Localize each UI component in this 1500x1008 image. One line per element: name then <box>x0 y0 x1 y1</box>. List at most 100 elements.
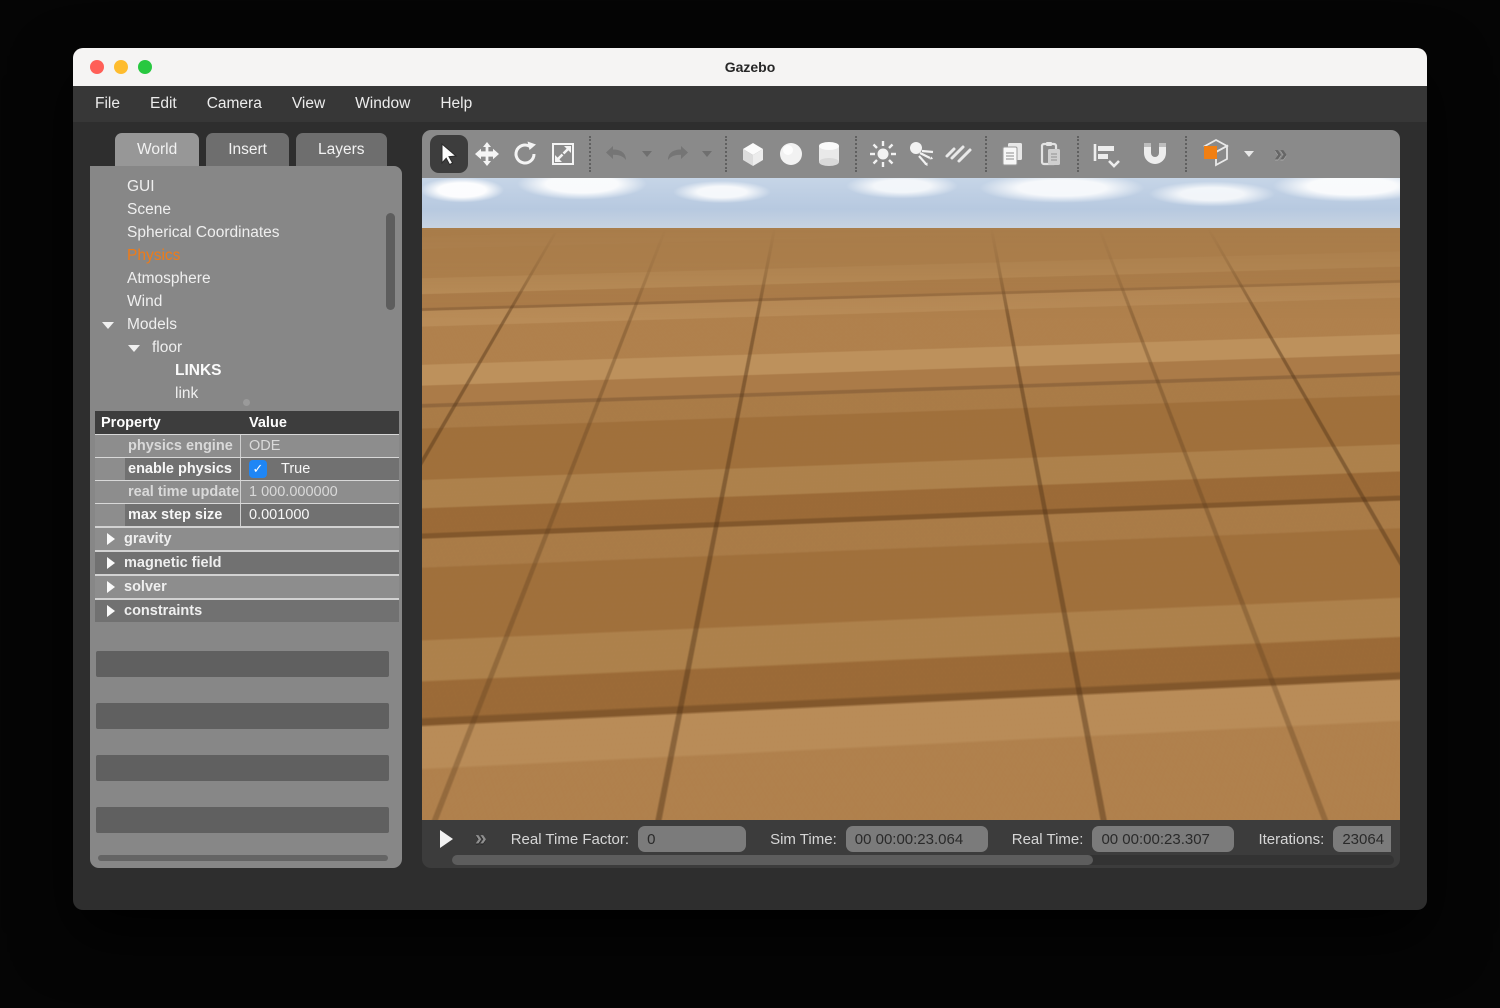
insert-sphere-button[interactable] <box>772 135 810 173</box>
undo-history-caret-icon[interactable] <box>642 151 652 157</box>
world-panel: GUI Scene Spherical Coordinates Physics … <box>90 166 402 868</box>
sim-time-label: Sim Time: <box>770 831 837 848</box>
table-row-real-time-update: real time update… 1 000.000000 <box>95 480 399 503</box>
screen-background: Gazebo File Edit Camera View Window Help… <box>0 0 1500 1008</box>
property-name: max step size <box>125 504 241 526</box>
tree-item-floor[interactable]: floor <box>90 336 402 359</box>
tab-insert[interactable]: Insert <box>206 133 289 166</box>
real-time-label: Real Time: <box>1012 831 1084 848</box>
view-angle-button[interactable] <box>1194 135 1238 173</box>
expander-right-icon[interactable] <box>107 605 115 617</box>
scale-tool-button[interactable] <box>544 135 582 173</box>
drone-body <box>880 449 930 487</box>
scale-icon <box>549 140 577 168</box>
group-label: gravity <box>124 531 172 547</box>
tab-world[interactable]: World <box>115 133 199 166</box>
translate-tool-button[interactable] <box>468 135 506 173</box>
floor-x-marker <box>814 683 984 773</box>
select-tool-button[interactable] <box>430 135 468 173</box>
expander-right-icon[interactable] <box>107 533 115 545</box>
menu-edit[interactable]: Edit <box>150 95 177 113</box>
spot-light-icon <box>906 139 936 169</box>
panel-horizontal-scrollbar[interactable] <box>98 855 388 861</box>
quadcopter-model[interactable] <box>810 423 1000 521</box>
redo-button[interactable] <box>658 135 696 173</box>
menu-window[interactable]: Window <box>355 95 410 113</box>
insert-cylinder-button[interactable] <box>810 135 848 173</box>
undo-button[interactable] <box>598 135 636 173</box>
property-value[interactable]: 1 000.000000 <box>241 481 399 503</box>
step-button[interactable]: » <box>475 829 487 849</box>
tree-item-models[interactable]: Models <box>90 313 402 336</box>
paste-button[interactable] <box>1032 135 1070 173</box>
tree-item-gui[interactable]: GUI <box>90 175 402 198</box>
property-value[interactable]: 0.001000 <box>241 504 399 526</box>
iterations-label: Iterations: <box>1258 831 1324 848</box>
tree-item-spherical-coordinates[interactable]: Spherical Coordinates <box>90 221 402 244</box>
expander-down-icon[interactable] <box>102 322 114 329</box>
property-name: physics engine <box>125 435 241 457</box>
checkbox-label: True <box>281 461 310 477</box>
expander-right-icon[interactable] <box>107 557 115 569</box>
property-value[interactable]: ODE <box>241 435 399 457</box>
simulation-statusbar: » Real Time Factor: 0 Sim Time: 00 00:00… <box>422 820 1400 868</box>
scrollbar-thumb[interactable] <box>452 855 1093 865</box>
translate-icon <box>473 140 501 168</box>
expander-down-icon[interactable] <box>128 345 140 352</box>
toolbar-separator <box>1185 136 1187 172</box>
tree-item-label: floor <box>152 339 182 356</box>
point-light-button[interactable] <box>864 135 902 173</box>
iterations-field[interactable]: 23064 <box>1333 826 1391 852</box>
row-gutter <box>95 435 125 457</box>
3d-scene[interactable] <box>422 178 1400 820</box>
directional-light-button[interactable] <box>940 135 978 173</box>
menu-help[interactable]: Help <box>440 95 472 113</box>
toolbar-separator <box>985 136 987 172</box>
enable-physics-checkbox[interactable]: ✓ <box>249 460 267 478</box>
insert-box-button[interactable] <box>734 135 772 173</box>
real-time-factor-label: Real Time Factor: <box>511 831 629 848</box>
drone-body-panel <box>888 470 922 481</box>
tree-item-wind[interactable]: Wind <box>90 290 402 313</box>
tree-item-physics[interactable]: Physics <box>90 244 402 267</box>
table-row-physics-engine: physics engine ODE <box>95 434 399 457</box>
viewport-horizontal-scrollbar[interactable] <box>452 855 1394 865</box>
group-row-gravity[interactable]: gravity <box>95 526 399 550</box>
snap-button[interactable] <box>1132 135 1178 173</box>
menu-view[interactable]: View <box>292 95 325 113</box>
tree-item-scene[interactable]: Scene <box>90 198 402 221</box>
tree-item-links[interactable]: LINKS <box>90 359 402 382</box>
tab-layers[interactable]: Layers <box>296 133 387 166</box>
redo-history-caret-icon[interactable] <box>702 151 712 157</box>
toolbar-overflow-button[interactable]: » <box>1274 140 1287 168</box>
rotate-tool-button[interactable] <box>506 135 544 173</box>
copy-icon <box>998 139 1028 169</box>
undo-icon <box>602 139 632 169</box>
group-row-constraints[interactable]: constraints <box>95 598 399 622</box>
empty-row <box>96 755 389 781</box>
property-name: real time update… <box>125 481 241 503</box>
rotate-icon <box>511 140 539 168</box>
group-label: solver <box>124 579 167 595</box>
tree-item-atmosphere[interactable]: Atmosphere <box>90 267 402 290</box>
sidebar-tabs: World Insert Layers <box>115 133 387 166</box>
directional-light-icon <box>944 139 974 169</box>
sim-time-field[interactable]: 00 00:00:23.064 <box>846 826 988 852</box>
magnet-icon <box>1138 139 1172 169</box>
menu-camera[interactable]: Camera <box>207 95 262 113</box>
toolbar-separator <box>1077 136 1079 172</box>
copy-button[interactable] <box>994 135 1032 173</box>
group-row-magnetic-field[interactable]: magnetic field <box>95 550 399 574</box>
real-time-field[interactable]: 00 00:00:23.307 <box>1092 826 1234 852</box>
splitter-handle[interactable] <box>243 399 250 406</box>
tree-scrollbar-thumb[interactable] <box>386 213 395 310</box>
play-button[interactable] <box>440 830 453 848</box>
group-row-solver[interactable]: solver <box>95 574 399 598</box>
spot-light-button[interactable] <box>902 135 940 173</box>
menu-file[interactable]: File <box>95 95 120 113</box>
real-time-factor-field[interactable]: 0 <box>638 826 746 852</box>
expander-right-icon[interactable] <box>107 581 115 593</box>
viewport-toolbar: » <box>422 130 1400 178</box>
view-angle-caret-icon[interactable] <box>1244 151 1254 157</box>
align-button[interactable] <box>1086 135 1132 173</box>
